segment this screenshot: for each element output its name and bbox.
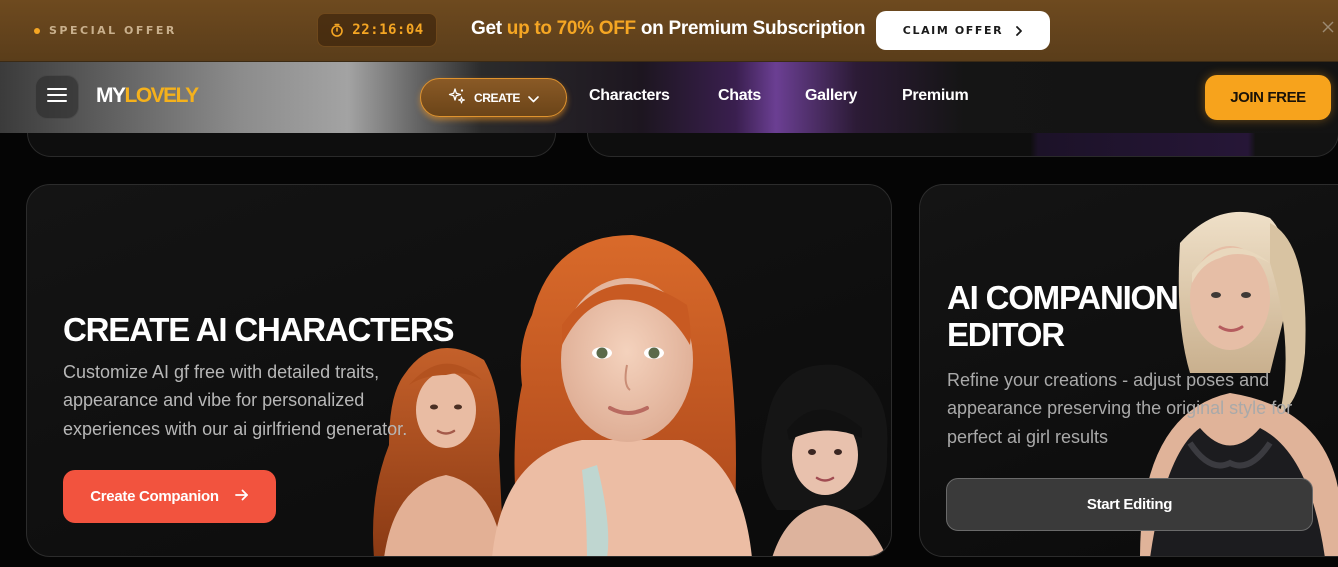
character-portrait-black-bob [761, 364, 888, 556]
chevron-right-icon [1015, 23, 1023, 39]
create-characters-card: CREATE AI CHARACTERS Customize AI gf fre… [26, 184, 892, 557]
promo-message: Get up to 70% OFF on Premium Subscriptio… [471, 18, 865, 40]
special-offer-tag: SPECIAL OFFER [34, 24, 177, 37]
hamburger-icon [47, 87, 67, 107]
sparkles-icon [448, 87, 466, 109]
nav-link-gallery[interactable]: Gallery [805, 87, 857, 105]
claim-offer-button[interactable]: CLAIM OFFER [876, 11, 1050, 50]
character-portrait-redhead-main [492, 235, 752, 556]
menu-button[interactable] [35, 75, 79, 119]
arrow-right-icon [234, 488, 249, 505]
create-label: CREATE [473, 90, 521, 105]
create-companion-label: Create Companion [90, 488, 219, 505]
nav-link-chats[interactable]: Chats [718, 87, 761, 105]
main-navbar: MYLOVELY CREATE Characters Chats Gallery… [0, 62, 1338, 133]
join-free-button[interactable]: JOIN FREE [1205, 75, 1331, 120]
create-characters-title: CREATE AI CHARACTERS [63, 311, 455, 348]
promo-discount-highlight: up to 70% OFF [506, 18, 636, 39]
companion-editor-description: Refine your creations - adjust poses and… [947, 370, 1293, 447]
close-icon[interactable] [1322, 19, 1334, 37]
promo-message-suffix: on Premium Subscription [635, 18, 866, 39]
special-offer-label: SPECIAL OFFER [49, 24, 177, 37]
promo-message-prefix: Get [471, 18, 507, 39]
countdown-value: 22:16:04 [352, 22, 424, 38]
stopwatch-icon [330, 23, 344, 37]
nav-link-premium[interactable]: Premium [902, 87, 969, 105]
site-logo[interactable]: MYLOVELY [96, 84, 200, 108]
logo-text-lovely: LOVELY [124, 84, 200, 107]
companion-editor-card: AI COMPANION EDITOR Refine your creation… [919, 184, 1338, 557]
claim-offer-label: CLAIM OFFER [902, 24, 1004, 37]
nav-link-characters[interactable]: Characters [589, 87, 670, 105]
create-characters-description: Customize AI gf free with detailed trait… [63, 362, 408, 439]
status-dot-icon [34, 27, 40, 34]
chevron-down-icon [528, 88, 539, 107]
create-dropdown-button[interactable]: CREATE [420, 78, 567, 117]
countdown-timer: 22:16:04 [317, 13, 437, 47]
logo-text-my: MY [96, 84, 126, 107]
create-companion-button[interactable]: Create Companion [63, 470, 276, 523]
promo-banner: SPECIAL OFFER 22:16:04 Get up to 70% OFF… [0, 0, 1338, 62]
companion-editor-title: AI COMPANION EDITOR [947, 279, 1179, 353]
start-editing-button[interactable]: Start Editing [946, 478, 1313, 531]
